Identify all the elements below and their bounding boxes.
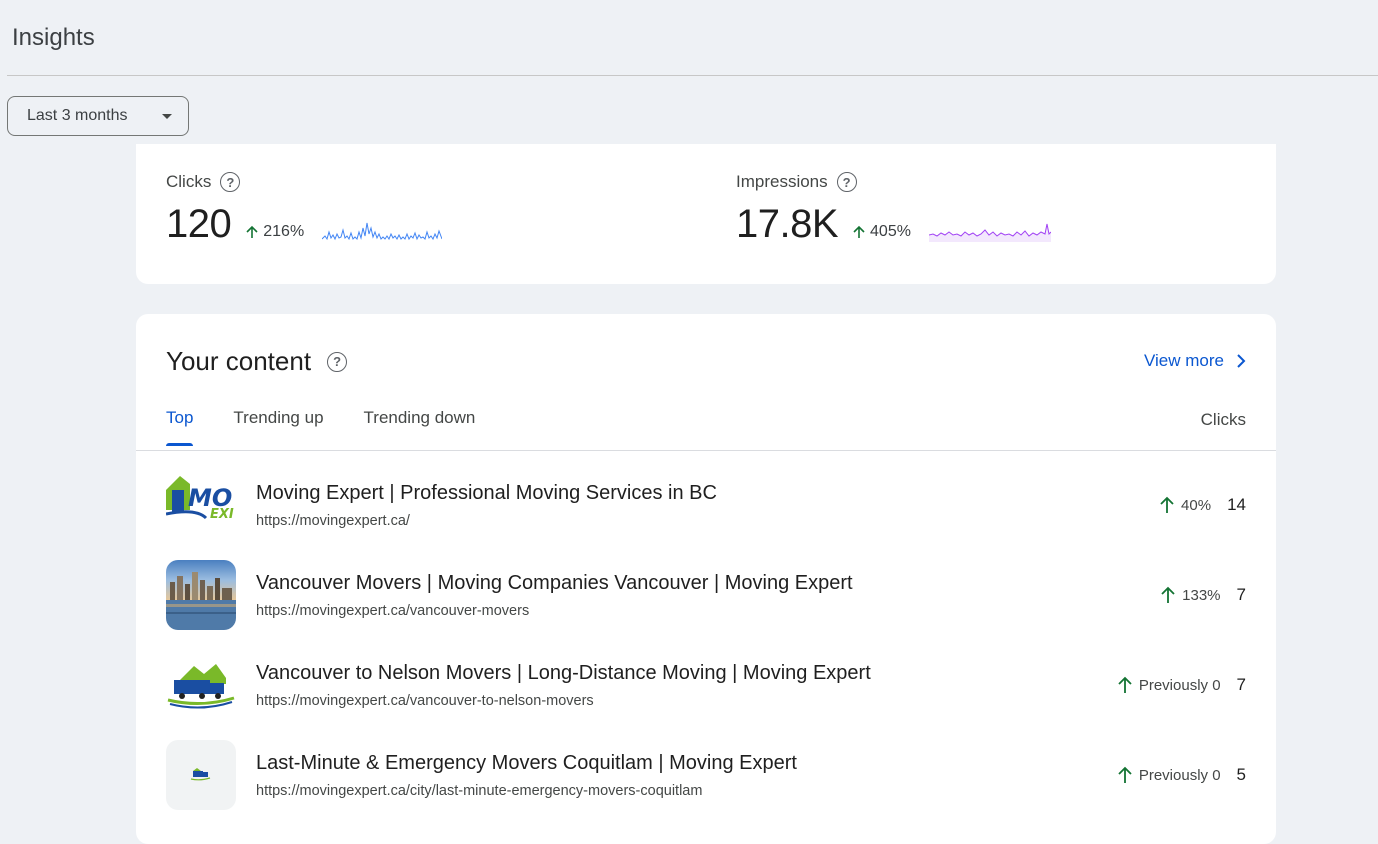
impressions-sparkline (928, 223, 1051, 242)
tab-trending-down[interactable]: Trending down (364, 408, 476, 446)
header-divider (7, 75, 1378, 76)
clicks-sparkline (322, 222, 443, 241)
date-range-label: Last 3 months (27, 107, 128, 124)
clicks-column-header: Clicks (1200, 410, 1246, 429)
help-icon[interactable]: ? (836, 172, 857, 192)
row-title: Vancouver to Nelson Movers | Long-Distan… (256, 661, 871, 684)
arrow-up-icon (1117, 766, 1133, 784)
row-change: 133% (1182, 586, 1221, 604)
page-title: Insights (12, 24, 95, 51)
content-row[interactable]: Last-Minute & Emergency Movers Coquitlam… (166, 740, 1246, 810)
help-icon[interactable]: ? (327, 351, 348, 372)
impressions-label: Impressions (736, 172, 828, 191)
clicks-metric: Clicks ? 120 216% (166, 172, 443, 246)
arrow-up-icon (1117, 676, 1133, 694)
metrics-card: Clicks ? 120 216% Impressions ? 17.8K 40… (136, 144, 1276, 284)
row-clicks: 7 (1236, 675, 1246, 694)
row-clicks: 5 (1236, 765, 1246, 784)
row-change: 40% (1181, 496, 1212, 514)
impressions-value: 17.8K (736, 202, 839, 246)
svg-text:EXI: EXI (210, 507, 234, 522)
row-change: Previously 0 (1138, 766, 1221, 784)
row-title: Moving Expert | Professional Moving Serv… (256, 481, 717, 504)
content-row[interactable]: Vancouver Movers | Moving Companies Vanc… (166, 560, 1246, 630)
row-title: Vancouver Movers | Moving Companies Vanc… (256, 571, 853, 594)
tabs-divider (136, 450, 1276, 451)
arrow-up-icon (1159, 496, 1175, 514)
row-change: Previously 0 (1138, 676, 1221, 694)
caret-down-icon (162, 114, 172, 119)
content-row[interactable]: Vancouver to Nelson Movers | Long-Distan… (166, 650, 1246, 720)
tab-trending-up[interactable]: Trending up (233, 408, 323, 446)
truck-logo-thumbnail (166, 650, 236, 720)
content-row[interactable]: MO EXI Moving Expert | Professional Movi… (166, 470, 1246, 540)
tab-top[interactable]: Top (166, 408, 194, 446)
row-title: Last-Minute & Emergency Movers Coquitlam… (256, 751, 797, 774)
help-icon[interactable]: ? (220, 172, 241, 192)
impressions-change: 405% (870, 223, 911, 240)
date-range-dropdown[interactable]: Last 3 months (7, 96, 189, 136)
row-url: https://movingexpert.ca/vancouver-to-nel… (256, 692, 594, 709)
row-clicks: 14 (1227, 495, 1246, 514)
city-skyline-thumbnail (166, 560, 236, 630)
clicks-value: 120 (166, 202, 232, 246)
row-url: https://movingexpert.ca/vancouver-movers (256, 602, 530, 619)
arrow-up-icon (245, 225, 259, 239)
clicks-trend: 216% (245, 223, 304, 241)
view-more-label: View more (1144, 351, 1224, 370)
view-more-link[interactable]: View more (1144, 351, 1246, 371)
row-url: https://movingexpert.ca/city/last-minute… (256, 782, 703, 799)
arrow-up-icon (1160, 586, 1176, 604)
row-url: https://movingexpert.ca/ (256, 512, 410, 529)
content-tabs: Top Trending up Trending down (166, 408, 515, 446)
clicks-change: 216% (263, 223, 305, 240)
logo-thumbnail: MO EXI (166, 470, 236, 540)
arrow-up-icon (852, 225, 866, 239)
small-truck-thumbnail (166, 740, 236, 810)
impressions-metric: Impressions ? 17.8K 405% (736, 172, 1051, 246)
clicks-label: Clicks (166, 172, 212, 191)
row-clicks: 7 (1236, 585, 1246, 604)
chevron-right-icon (1236, 354, 1246, 368)
content-title: Your content (166, 346, 312, 376)
content-card: Your content ? View more Top Trending up… (136, 314, 1276, 844)
impressions-trend: 405% (852, 223, 911, 241)
